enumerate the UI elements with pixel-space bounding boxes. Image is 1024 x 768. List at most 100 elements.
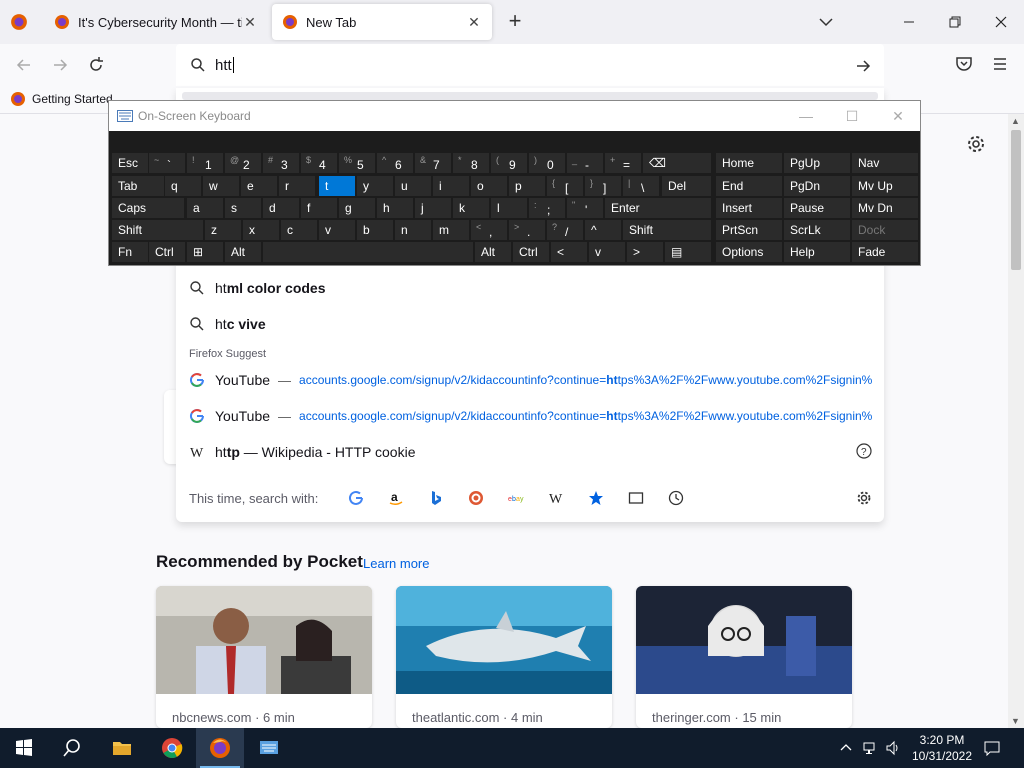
firefox-view-icon[interactable] bbox=[10, 13, 28, 31]
pocket-card[interactable]: theringer.com · 15 min bbox=[636, 586, 852, 728]
osk-key[interactable]: > bbox=[627, 242, 663, 262]
bookmarks-engine-button[interactable] bbox=[576, 486, 616, 510]
osk-key[interactable]: e bbox=[241, 176, 277, 196]
scrollbar-thumb[interactable] bbox=[1011, 130, 1021, 270]
chrome-button[interactable] bbox=[148, 728, 196, 768]
wikipedia-engine-button[interactable]: W bbox=[536, 486, 576, 510]
menu-icon[interactable] bbox=[991, 55, 1009, 73]
osk-key[interactable]: ? / bbox=[547, 220, 583, 240]
firefox-suggest-row[interactable]: YouTube — accounts.google.com/signup/v2/… bbox=[176, 362, 884, 398]
amazon-engine-button[interactable]: a bbox=[376, 486, 416, 510]
osk-function-key[interactable]: PgUp bbox=[784, 153, 850, 173]
osk-key[interactable]: Caps bbox=[112, 198, 184, 218]
address-bar[interactable]: htt bbox=[176, 44, 884, 88]
close-window-icon[interactable]: ✕ bbox=[890, 108, 906, 124]
minimize-icon[interactable]: — bbox=[798, 108, 814, 124]
osk-key[interactable]: h bbox=[377, 198, 413, 218]
osk-key[interactable]: ) 0 bbox=[529, 153, 565, 173]
firefox-suggest-row[interactable]: YouTube — accounts.google.com/signup/v2/… bbox=[176, 398, 884, 434]
on-screen-keyboard-button[interactable] bbox=[245, 728, 293, 768]
volume-icon[interactable] bbox=[885, 740, 901, 756]
restore-icon[interactable] bbox=[943, 10, 967, 34]
scroll-down-icon[interactable]: ▼ bbox=[1011, 716, 1020, 726]
osk-key[interactable]: @2 bbox=[225, 153, 261, 173]
tabs-engine-button[interactable] bbox=[616, 486, 656, 510]
osk-key[interactable]: Fn bbox=[112, 242, 148, 262]
osk-key[interactable]: z bbox=[205, 220, 241, 240]
osk-key[interactable]: #3 bbox=[263, 153, 299, 173]
osk-key[interactable]: {[ bbox=[547, 176, 583, 196]
gear-icon[interactable] bbox=[856, 490, 872, 506]
duckduckgo-engine-button[interactable] bbox=[456, 486, 496, 510]
help-icon[interactable]: ? bbox=[856, 443, 872, 459]
osk-key[interactable]: r bbox=[279, 176, 315, 196]
osk-key[interactable]: <, bbox=[471, 220, 507, 240]
osk-key[interactable]: ^ bbox=[585, 220, 621, 240]
gear-icon[interactable] bbox=[966, 134, 986, 154]
osk-key[interactable]: m bbox=[433, 220, 469, 240]
osk-function-key[interactable]: Nav bbox=[852, 153, 918, 173]
go-arrow-icon[interactable] bbox=[854, 57, 872, 75]
osk-function-key[interactable]: Home bbox=[716, 153, 782, 173]
notifications-icon[interactable] bbox=[984, 740, 1000, 756]
osk-key[interactable]: v bbox=[589, 242, 625, 262]
osk-key[interactable]: Esc bbox=[112, 153, 148, 173]
osk-function-key[interactable]: End bbox=[716, 176, 782, 196]
search-button[interactable] bbox=[48, 728, 96, 768]
osk-key[interactable]: | \ bbox=[623, 176, 659, 196]
start-button[interactable] bbox=[0, 728, 48, 768]
osk-key[interactable]: $4 bbox=[301, 153, 337, 173]
search-suggestion-row[interactable]: htc vive bbox=[176, 306, 884, 342]
osk-function-key[interactable]: PgDn bbox=[784, 176, 850, 196]
osk-key[interactable]: :; bbox=[529, 198, 565, 218]
osk-function-key[interactable]: Help bbox=[784, 242, 850, 262]
osk-key[interactable]: % 5 bbox=[339, 153, 375, 173]
osk-key[interactable]: " ' bbox=[567, 198, 603, 218]
google-engine-button[interactable] bbox=[336, 486, 376, 510]
osk-key[interactable]: ~ ` bbox=[149, 153, 185, 173]
close-tab-icon[interactable]: ✕ bbox=[242, 14, 258, 31]
osk-function-key[interactable]: PrtScn bbox=[716, 220, 782, 240]
osk-function-key[interactable]: Dock bbox=[852, 220, 918, 240]
osk-key[interactable]: Shift bbox=[112, 220, 203, 240]
osk-key[interactable]: y bbox=[357, 176, 393, 196]
osk-key[interactable]: (9 bbox=[491, 153, 527, 173]
osk-key[interactable]: Ctrl bbox=[513, 242, 549, 262]
osk-key[interactable]: Shift bbox=[623, 220, 711, 240]
page-scrollbar[interactable]: ▲ ▼ bbox=[1008, 114, 1024, 728]
osk-key[interactable]: ! 1 bbox=[187, 153, 223, 173]
osk-key[interactable]: a bbox=[187, 198, 223, 218]
osk-function-key[interactable]: Options bbox=[716, 242, 782, 262]
osk-titlebar[interactable]: On-Screen Keyboard — ☐ ✕ bbox=[109, 101, 920, 131]
osk-key[interactable]: i bbox=[433, 176, 469, 196]
back-icon[interactable] bbox=[14, 55, 34, 75]
pocket-icon[interactable] bbox=[955, 55, 973, 73]
osk-key[interactable]: & 7 bbox=[415, 153, 451, 173]
maximize-icon[interactable]: ☐ bbox=[844, 108, 860, 124]
osk-key[interactable]: ▤ bbox=[665, 242, 711, 262]
osk-function-key[interactable]: ScrLk bbox=[784, 220, 850, 240]
osk-key[interactable]: ⌫ bbox=[643, 153, 711, 173]
osk-key[interactable]: p bbox=[509, 176, 545, 196]
osk-key[interactable]: Ctrl bbox=[149, 242, 185, 262]
osk-key[interactable]: b bbox=[357, 220, 393, 240]
osk-key[interactable]: f bbox=[301, 198, 337, 218]
osk-key[interactable]: o bbox=[471, 176, 507, 196]
chevron-up-icon[interactable] bbox=[838, 740, 854, 756]
ebay-engine-button[interactable]: ebay bbox=[496, 486, 536, 510]
osk-function-key[interactable]: Mv Dn bbox=[852, 198, 918, 218]
firefox-button[interactable] bbox=[196, 728, 244, 768]
osk-key[interactable]: ^ 6 bbox=[377, 153, 413, 173]
pocket-card[interactable]: nbcnews.com · 6 min bbox=[156, 586, 372, 728]
bookmark-getting-started[interactable]: Getting Started bbox=[10, 91, 113, 107]
minimize-icon[interactable] bbox=[897, 10, 921, 34]
osk-function-key[interactable]: Pause bbox=[784, 198, 850, 218]
forward-icon[interactable] bbox=[50, 55, 70, 75]
learn-more-link[interactable]: Learn more bbox=[363, 556, 429, 571]
osk-key[interactable]: c bbox=[281, 220, 317, 240]
osk-key[interactable]: + = bbox=[605, 153, 641, 173]
system-clock[interactable]: 3:20 PM 10/31/2022 bbox=[910, 732, 974, 764]
file-explorer-button[interactable] bbox=[98, 728, 146, 768]
osk-key[interactable]: l bbox=[491, 198, 527, 218]
osk-key[interactable]: Enter bbox=[605, 198, 711, 218]
